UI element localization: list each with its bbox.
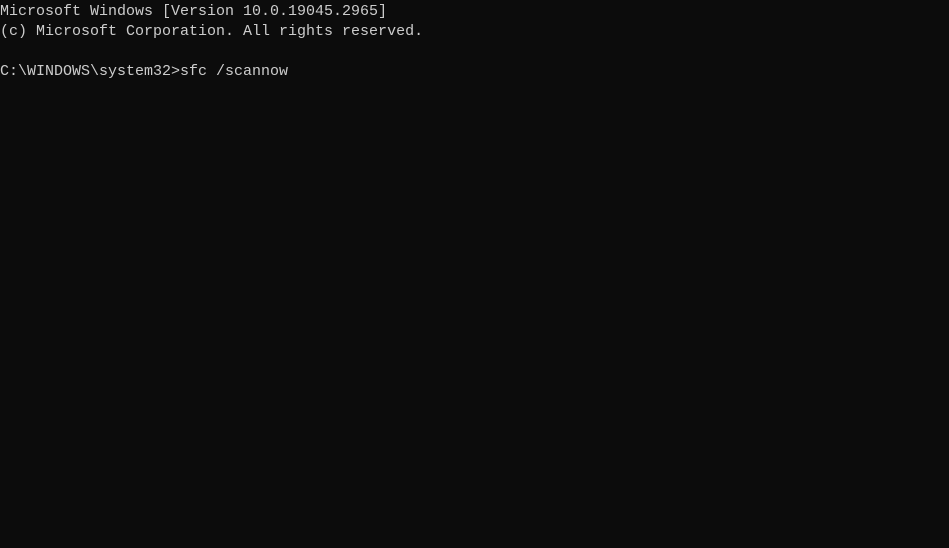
command-input[interactable]: sfc /scannow <box>180 63 288 80</box>
command-prompt-line[interactable]: C:\WINDOWS\system32>sfc /scannow <box>0 62 949 82</box>
version-line: Microsoft Windows [Version 10.0.19045.29… <box>0 2 949 22</box>
prompt-text: C:\WINDOWS\system32> <box>0 63 180 80</box>
copyright-line: (c) Microsoft Corporation. All rights re… <box>0 22 949 42</box>
blank-line <box>0 42 949 62</box>
